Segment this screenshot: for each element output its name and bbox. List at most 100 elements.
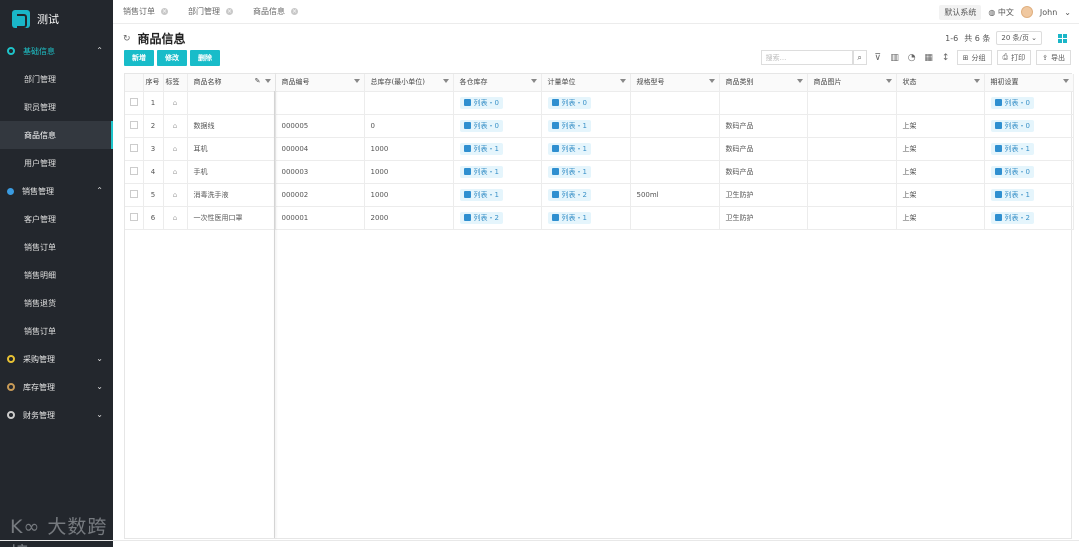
sidebar-item-sales-orders[interactable]: 销售订单 [0,233,113,261]
cell-tag[interactable]: ⌂ [163,114,188,138]
sort-arrow-icon[interactable] [442,79,449,83]
tab-department[interactable]: 部门管理 × [178,0,243,24]
sidebar-item-customers[interactable]: 客户管理 [0,205,113,233]
table-row[interactable]: 2 ⌂ 数据线 000005 0 列表・0 列表・1 数码产品 上架 列表・0 [125,114,1074,138]
search-input[interactable]: 搜索... [760,50,853,65]
list-chip[interactable]: 列表・1 [547,165,591,178]
export-button[interactable]: ⇪ 导出 [1036,50,1071,65]
sort-arrow-icon[interactable] [885,79,892,83]
list-chip[interactable]: 列表・0 [990,119,1034,132]
refresh-icon[interactable]: ↻ [123,34,131,44]
col-header-initial[interactable]: 期初设置 [984,74,1074,92]
group-button[interactable]: ⊞ 分组 [956,50,992,65]
row-checkbox[interactable] [129,120,138,129]
col-header-unit[interactable]: 计量单位 [541,74,631,92]
row-checkbox[interactable] [129,189,138,198]
pin-icon[interactable]: ✎ [255,77,261,85]
sort-arrow-icon[interactable] [708,79,715,83]
sidebar-item-staff[interactable]: 职员管理 [0,93,113,121]
list-chip[interactable]: 列表・2 [547,188,591,201]
tab-sales-orders[interactable]: 销售订单 × [113,0,178,24]
page-size-select[interactable]: 20 条/页 ⌄ [996,31,1042,45]
col-header-name[interactable]: 商品名称 ✎ [187,74,276,92]
sidebar-item-product-info[interactable]: 商品信息 [0,121,113,149]
sidebar-item-department[interactable]: 部门管理 [0,65,113,93]
list-chip[interactable]: 列表・1 [547,119,591,132]
col-header-status[interactable]: 状态 [896,74,985,92]
sort-arrow-icon[interactable] [264,79,271,83]
brand[interactable]: 测试 [0,0,113,37]
row-height-icon[interactable]: ↕ [940,53,952,63]
sort-arrow-icon[interactable] [973,79,980,83]
delete-button[interactable]: 删除 [190,50,220,66]
list-chip[interactable]: 列表・2 [990,211,1034,224]
row-checkbox[interactable] [129,143,138,152]
list-chip[interactable]: 列表・1 [459,165,503,178]
sidebar-item-sales-returns[interactable]: 销售退货 [0,289,113,317]
sidebar-item-users[interactable]: 用户管理 [0,149,113,177]
chevron-down-icon[interactable]: ⌄ [1064,8,1071,17]
pie-chart-icon[interactable]: ◔ [906,53,918,63]
table-row[interactable]: 1 ⌂ 列表・0 列表・0 列表・0 [125,91,1074,115]
close-icon[interactable]: × [226,8,233,15]
language-switch[interactable]: ◍ 中文 [988,7,1014,18]
col-header-stock[interactable]: 总库存(最小单位) [364,74,454,92]
tag-icon[interactable]: ⌂ [173,145,177,153]
row-checkbox[interactable] [129,166,138,175]
sort-arrow-icon[interactable] [796,79,803,83]
sort-arrow-icon[interactable] [353,79,360,83]
tag-icon[interactable]: ⌂ [173,191,177,199]
col-header-code[interactable]: 商品编号 [275,74,365,92]
sort-arrow-icon[interactable] [1062,79,1069,83]
list-chip[interactable]: 列表・1 [547,211,591,224]
sidebar-item-sales-details[interactable]: 销售明细 [0,261,113,289]
user-name[interactable]: John [1040,8,1057,17]
nav-group-basic-info[interactable]: 基础信息 ⌃ [0,37,113,65]
list-chip[interactable]: 列表・1 [459,142,503,155]
list-chip[interactable]: 列表・1 [459,188,503,201]
edit-button[interactable]: 修改 [157,50,187,66]
cell-tag[interactable]: ⌂ [163,206,188,230]
sidebar-item-sales-orders-2[interactable]: 销售订单 [0,317,113,345]
add-button[interactable]: 新增 [124,50,154,66]
list-chip[interactable]: 列表・0 [990,165,1034,178]
list-chip[interactable]: 列表・0 [459,96,503,109]
table-row[interactable]: 5 ⌂ 消毒洗手液 000002 1000 列表・1 列表・2 500ml 卫生防护 上架 列表・1 [125,183,1074,207]
search-icon[interactable]: ⌕ [852,50,867,65]
tag-icon[interactable]: ⌂ [173,99,177,107]
sort-arrow-icon[interactable] [530,79,537,83]
cell-tag[interactable]: ⌂ [163,160,188,184]
col-header-warehouse-stock[interactable]: 各仓库存 [453,74,542,92]
cell-tag[interactable]: ⌂ [163,183,188,207]
list-chip[interactable]: 列表・2 [459,211,503,224]
select-all-header[interactable] [125,74,144,92]
col-header-image[interactable]: 商品图片 [807,74,897,92]
table-row[interactable]: 4 ⌂ 手机 000003 1000 列表・1 列表・1 数码产品 上架 列表・0 [125,160,1074,184]
col-header-tag[interactable]: 标签 [163,74,188,92]
list-chip[interactable]: 列表・1 [547,142,591,155]
nav-group-purchase[interactable]: 采购管理 ⌄ [0,345,113,373]
column-settings-icon[interactable]: ▦ [923,53,935,63]
list-chip[interactable]: 列表・0 [990,96,1034,109]
system-switch-button[interactable]: 默认系统 [939,4,982,20]
list-chip[interactable]: 列表・0 [459,119,503,132]
close-icon[interactable]: × [161,8,168,15]
cell-tag[interactable]: ⌂ [163,137,188,161]
col-header-no[interactable]: 序号 [143,74,164,92]
row-checkbox[interactable] [129,97,138,106]
tab-product-info[interactable]: 商品信息 × [243,0,308,24]
list-chip[interactable]: 列表・0 [547,96,591,109]
table-row[interactable]: 6 ⌂ 一次性医用口罩 000001 2000 列表・2 列表・1 卫生防护 上架 列表・2 [125,206,1074,230]
layout-grid-icon[interactable] [1058,33,1067,43]
list-chip[interactable]: 列表・1 [990,142,1034,155]
close-icon[interactable]: × [291,8,298,15]
col-header-spec[interactable]: 规格型号 [630,74,720,92]
nav-group-inventory[interactable]: 库存管理 ⌄ [0,373,113,401]
filter-icon[interactable]: ⊽ [872,53,884,63]
sort-arrow-icon[interactable] [619,79,626,83]
tag-icon[interactable]: ⌂ [173,122,177,130]
nav-group-finance[interactable]: 财务管理 ⌄ [0,401,113,429]
tag-icon[interactable]: ⌂ [173,214,177,222]
col-header-category[interactable]: 商品类别 [719,74,808,92]
tag-icon[interactable]: ⌂ [173,168,177,176]
